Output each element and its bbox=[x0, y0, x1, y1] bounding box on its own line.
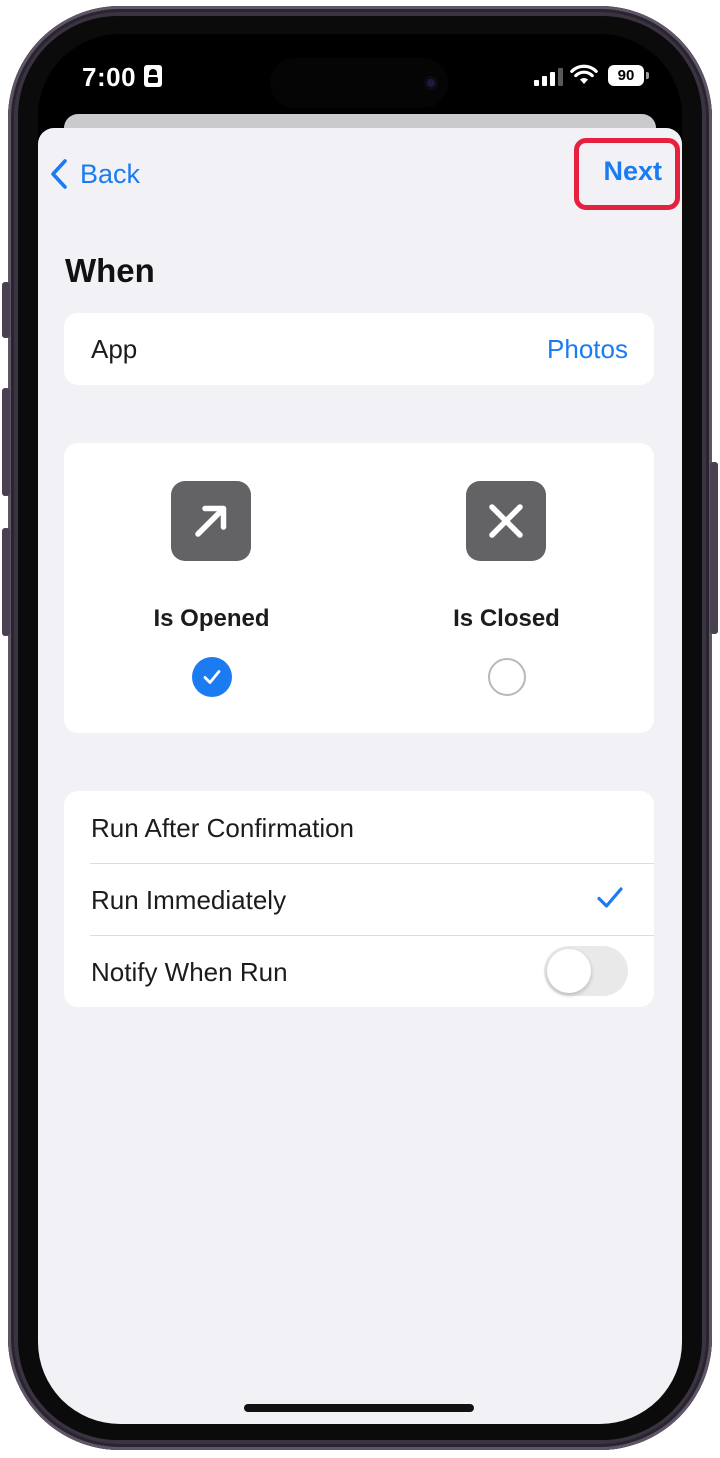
home-indicator[interactable] bbox=[244, 1404, 474, 1412]
arrow-up-right-icon bbox=[171, 481, 251, 561]
radio-unchecked-icon[interactable] bbox=[488, 658, 526, 696]
run-option-label: Run Immediately bbox=[91, 885, 287, 915]
trigger-card: Is Opened Is Closed bbox=[64, 443, 654, 733]
battery-icon: 90 bbox=[608, 65, 649, 86]
radio-checked-icon[interactable] bbox=[192, 657, 232, 697]
contact-badge-icon bbox=[144, 65, 162, 87]
back-button[interactable]: Back bbox=[50, 154, 140, 194]
trigger-option-is-opened[interactable]: Is Opened bbox=[64, 443, 359, 733]
app-value[interactable]: Photos bbox=[547, 334, 628, 365]
notify-when-run-row: Notify When Run bbox=[64, 935, 654, 1007]
app-row[interactable]: App Photos bbox=[64, 313, 654, 385]
power-button bbox=[710, 462, 718, 634]
run-option-label: Notify When Run bbox=[91, 957, 288, 987]
automation-sheet: Back Next When App Photos Is Opened Is C… bbox=[38, 128, 682, 1424]
wifi-icon bbox=[570, 64, 598, 84]
status-time: 7:00 bbox=[82, 62, 137, 92]
run-after-confirmation-row[interactable]: Run After Confirmation bbox=[64, 791, 654, 863]
trigger-label-is-opened: Is Opened bbox=[153, 605, 270, 632]
x-mark-icon bbox=[466, 481, 546, 561]
front-camera-icon bbox=[424, 76, 438, 90]
checkmark-icon bbox=[597, 887, 623, 908]
cellular-signal-icon bbox=[534, 68, 564, 86]
volume-down-button bbox=[2, 528, 10, 636]
chevron-left-icon bbox=[51, 159, 67, 189]
volume-up-button bbox=[2, 388, 10, 496]
action-button bbox=[2, 282, 10, 338]
section-title: When bbox=[65, 252, 155, 289]
app-row-label: App bbox=[91, 334, 138, 364]
next-button[interactable]: Next bbox=[603, 156, 662, 192]
trigger-option-is-closed[interactable]: Is Closed bbox=[359, 443, 654, 733]
status-bar: 7:00 90 bbox=[38, 34, 682, 124]
run-option-label: Run After Confirmation bbox=[91, 813, 355, 843]
run-immediately-row[interactable]: Run Immediately bbox=[64, 863, 654, 935]
toggle-knob bbox=[547, 949, 591, 993]
screen: 7:00 90 Back Next When App Photos Is Ope… bbox=[38, 34, 682, 1424]
dynamic-island bbox=[270, 58, 448, 108]
run-options-card: Run After Confirmation Run Immediately N… bbox=[64, 791, 654, 1007]
trigger-label-is-closed: Is Closed bbox=[453, 605, 560, 632]
notify-toggle-switch[interactable] bbox=[544, 946, 628, 996]
back-label: Back bbox=[80, 158, 141, 189]
